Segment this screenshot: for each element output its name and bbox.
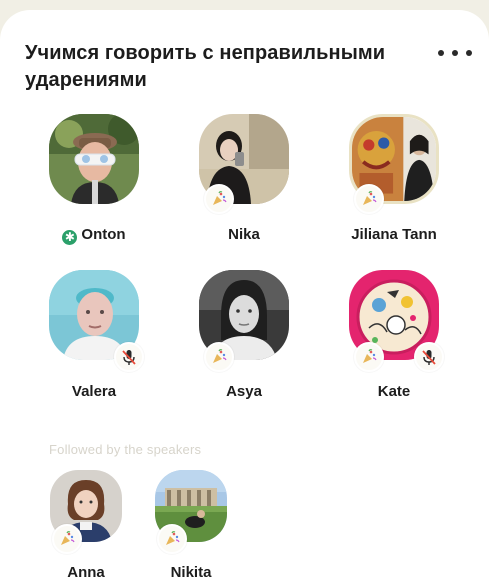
speaker-asya[interactable]: Asya bbox=[184, 270, 304, 400]
speaker-name: Asya bbox=[226, 383, 262, 400]
listener-name: Anna bbox=[67, 564, 105, 579]
party-popper-icon bbox=[204, 184, 234, 214]
party-popper-icon bbox=[204, 342, 234, 372]
speaker-nika[interactable]: Nika bbox=[184, 114, 304, 244]
moderator-star-icon: ✱ bbox=[62, 230, 78, 245]
speaker-kate[interactable]: Kate bbox=[334, 270, 454, 400]
party-popper-icon bbox=[52, 524, 82, 554]
mic-muted-icon bbox=[414, 342, 444, 372]
listener-anna[interactable]: Anna bbox=[25, 470, 147, 579]
mic-muted-icon bbox=[114, 342, 144, 372]
followed-section-label: Followed by the speakers bbox=[49, 442, 202, 457]
avatar[interactable] bbox=[49, 114, 139, 204]
listener-nikita[interactable]: Nikita bbox=[130, 470, 252, 579]
speaker-name: Kate bbox=[377, 383, 411, 400]
onton-photo bbox=[49, 114, 139, 204]
room-card: Учимся говорить с неправильными ударения… bbox=[0, 10, 489, 579]
speaker-name: Jiliana Tann bbox=[351, 226, 437, 243]
speaker-name-row: ✱ Onton bbox=[34, 226, 154, 245]
speaker-name: Valera bbox=[71, 383, 117, 400]
speaker-name: Nika bbox=[228, 226, 260, 243]
speaker-valera[interactable]: Valera bbox=[34, 270, 154, 400]
party-popper-icon bbox=[354, 342, 384, 372]
room-title: Учимся говорить с неправильными ударения… bbox=[25, 42, 386, 91]
party-popper-icon bbox=[354, 184, 384, 214]
more-dots-icon[interactable] bbox=[438, 46, 472, 60]
listener-name: Nikita bbox=[170, 564, 212, 579]
speaker-onton[interactable]: ✱ Onton bbox=[34, 114, 154, 245]
party-popper-icon bbox=[157, 524, 187, 554]
speaker-name: Onton bbox=[81, 226, 126, 243]
speaker-jiliana-tann[interactable]: Jiliana Tann bbox=[334, 114, 454, 244]
